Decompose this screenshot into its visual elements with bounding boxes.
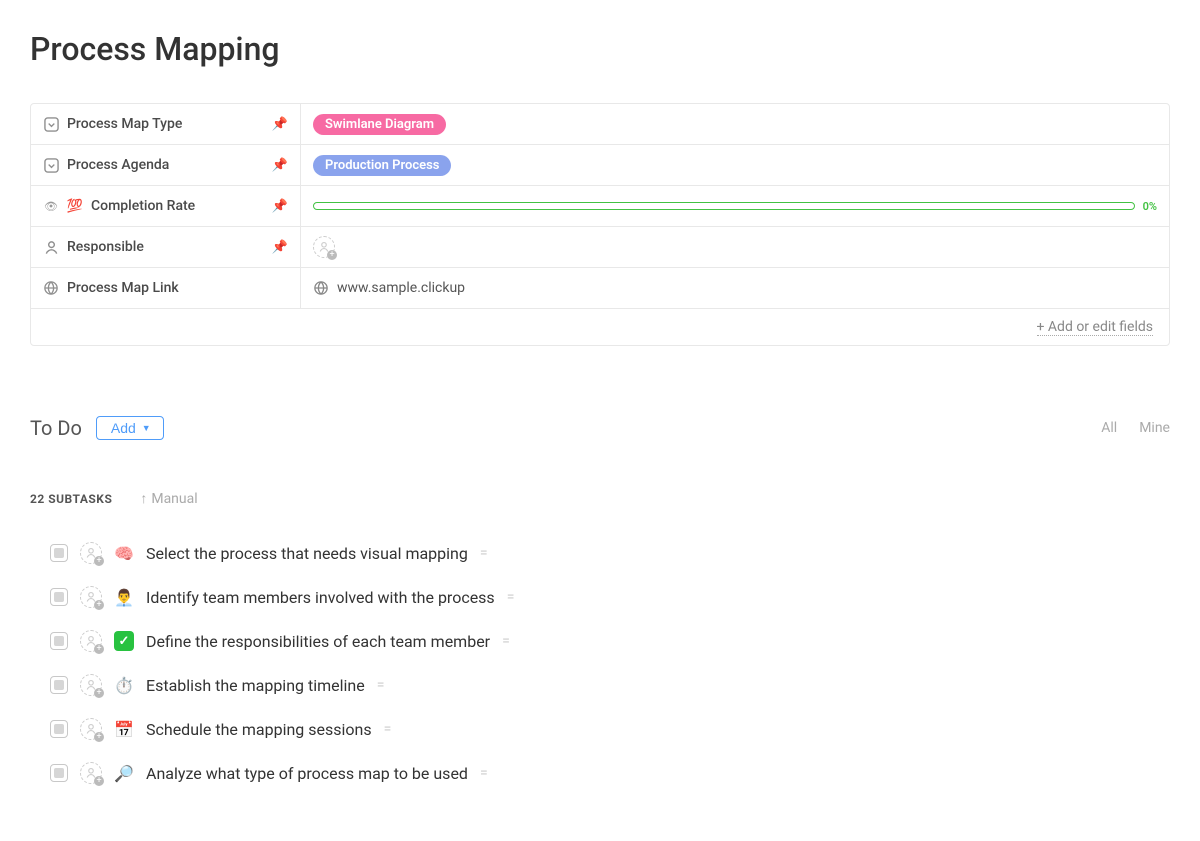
field-label: Process Map Link xyxy=(67,280,179,296)
link-text: www.sample.clickup xyxy=(337,280,465,296)
status-checkbox[interactable] xyxy=(50,632,68,650)
add-assignee-icon[interactable] xyxy=(80,586,102,608)
add-fields-row: + Add or edit fields xyxy=(31,309,1169,345)
field-row-responsible: Responsible 📌 xyxy=(31,227,1169,268)
subtask-title[interactable]: Schedule the mapping sessions xyxy=(146,720,372,739)
add-assignee-icon[interactable] xyxy=(80,718,102,740)
tag-swimlane: Swimlane Diagram xyxy=(313,114,446,135)
globe-field-icon xyxy=(43,280,59,296)
subtask-title[interactable]: Establish the mapping timeline xyxy=(146,676,365,695)
field-row-completion-rate: 👁 💯 Completion Rate 📌 0% xyxy=(31,186,1169,227)
status-checkbox[interactable] xyxy=(50,764,68,782)
person-field-icon xyxy=(43,239,59,255)
field-label: Responsible xyxy=(67,239,144,255)
add-or-edit-fields-link[interactable]: + Add or edit fields xyxy=(1037,319,1154,336)
tag-production-process: Production Process xyxy=(313,155,451,176)
subtask-emoji-icon: 👨‍💼 xyxy=(114,588,134,607)
dropdown-field-icon xyxy=(43,157,59,173)
field-label: Process Agenda xyxy=(67,157,169,173)
status-checkbox[interactable] xyxy=(50,588,68,606)
subtask-emoji-icon: ⏱️ xyxy=(114,676,134,695)
subtasks-count: 22 SUBTASKS xyxy=(30,492,112,506)
subtask-title[interactable]: Identify team members involved with the … xyxy=(146,588,495,607)
drag-handle-icon[interactable]: = xyxy=(480,545,487,561)
subtask-title[interactable]: Analyze what type of process map to be u… xyxy=(146,764,468,783)
subtask-row[interactable]: ⏱️ Establish the mapping timeline = xyxy=(50,663,1170,707)
field-value-process-map-type[interactable]: Swimlane Diagram xyxy=(301,108,1169,141)
globe-icon xyxy=(313,280,329,296)
field-row-process-agenda: Process Agenda 📌 Production Process xyxy=(31,145,1169,186)
add-button-label: Add xyxy=(111,420,136,436)
sort-manual[interactable]: ↑ Manual xyxy=(140,490,197,507)
subtask-list: 🧠 Select the process that needs visual ma… xyxy=(30,531,1170,795)
progress-percent-label: 0% xyxy=(1143,200,1157,213)
subtask-row[interactable]: 🔎 Analyze what type of process map to be … xyxy=(50,751,1170,795)
field-row-process-map-link: Process Map Link www.sample.clickup xyxy=(31,268,1169,309)
subtask-title[interactable]: Select the process that needs visual map… xyxy=(146,544,468,563)
todo-section-title: To Do xyxy=(30,416,82,440)
subtask-row[interactable]: ✓ Define the responsibilities of each tea… xyxy=(50,619,1170,663)
drag-handle-icon[interactable]: = xyxy=(377,677,384,693)
progress-bar[interactable] xyxy=(313,202,1135,210)
field-label: Process Map Type xyxy=(67,116,182,132)
field-value-process-map-link[interactable]: www.sample.clickup xyxy=(301,274,1169,302)
add-assignee-icon[interactable] xyxy=(80,630,102,652)
subtask-emoji-icon: 📅 xyxy=(114,720,134,739)
subtask-emoji-icon: 🔎 xyxy=(114,764,134,783)
add-button[interactable]: Add ▼ xyxy=(96,416,164,440)
add-assignee-icon[interactable] xyxy=(80,762,102,784)
caret-down-icon: ▼ xyxy=(142,423,151,433)
drag-handle-icon[interactable]: = xyxy=(507,589,514,605)
status-checkbox[interactable] xyxy=(50,676,68,694)
pin-icon[interactable]: 📌 xyxy=(272,240,288,255)
drag-handle-icon[interactable]: = xyxy=(502,633,509,649)
sort-label: Manual xyxy=(151,491,197,507)
field-value-process-agenda[interactable]: Production Process xyxy=(301,149,1169,182)
dropdown-field-icon xyxy=(43,116,59,132)
progress-field-icon: 👁 xyxy=(43,198,59,214)
check-icon: ✓ xyxy=(114,631,134,651)
field-label: Completion Rate xyxy=(91,198,195,214)
filter-all[interactable]: All xyxy=(1101,420,1117,436)
page-title: Process Mapping xyxy=(30,30,1170,68)
subtask-row[interactable]: 📅 Schedule the mapping sessions = xyxy=(50,707,1170,751)
subtask-emoji-icon: 🧠 xyxy=(114,544,134,563)
field-row-process-map-type: Process Map Type 📌 Swimlane Diagram xyxy=(31,104,1169,145)
add-assignee-icon[interactable] xyxy=(80,674,102,696)
add-assignee-icon[interactable] xyxy=(80,542,102,564)
subtask-title[interactable]: Define the responsibilities of each team… xyxy=(146,632,490,651)
todo-header: To Do Add ▼ All Mine xyxy=(30,416,1170,440)
field-value-completion-rate[interactable]: 0% xyxy=(301,194,1169,219)
drag-handle-icon[interactable]: = xyxy=(480,765,487,781)
status-checkbox[interactable] xyxy=(50,544,68,562)
arrow-up-icon: ↑ xyxy=(140,490,147,507)
filter-mine[interactable]: Mine xyxy=(1139,420,1170,436)
subtasks-meta: 22 SUBTASKS ↑ Manual xyxy=(30,490,1170,507)
pin-icon[interactable]: 📌 xyxy=(272,158,288,173)
subtask-row[interactable]: 🧠 Select the process that needs visual ma… xyxy=(50,531,1170,575)
pin-icon[interactable]: 📌 xyxy=(272,117,288,132)
hundred-emoji-icon: 💯 xyxy=(67,198,83,214)
status-checkbox[interactable] xyxy=(50,720,68,738)
custom-fields-table: Process Map Type 📌 Swimlane Diagram Proc… xyxy=(30,103,1170,346)
field-value-responsible[interactable] xyxy=(301,230,1169,264)
subtask-row[interactable]: 👨‍💼 Identify team members involved with t… xyxy=(50,575,1170,619)
pin-icon[interactable]: 📌 xyxy=(272,199,288,214)
drag-handle-icon[interactable]: = xyxy=(384,721,391,737)
add-assignee-icon[interactable] xyxy=(313,236,335,258)
